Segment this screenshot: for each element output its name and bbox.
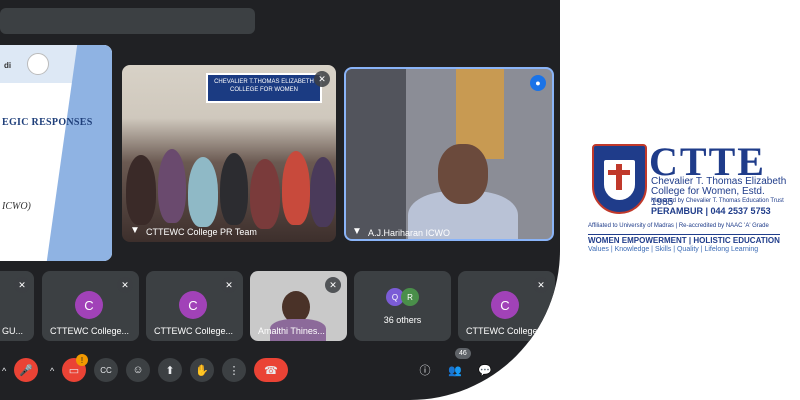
background-wall: [346, 69, 406, 239]
audience-person: [250, 159, 280, 229]
brand-contact: PERAMBUR | 044 2537 5753: [651, 206, 771, 216]
participant-name: CTTEWC College...: [154, 326, 234, 336]
chevron-up-icon[interactable]: ^: [50, 366, 54, 376]
audience-person: [310, 157, 336, 227]
speaking-indicator-icon: ●: [530, 75, 546, 91]
slide-logo-icon: [27, 53, 49, 75]
participant-count-badge: 46: [455, 348, 471, 359]
screenshot-stage: di EGIC RESPONSES ICWO) CHEVALIER T.THOM…: [0, 0, 800, 400]
participant-tile-speaker[interactable]: ● ▼ A.J.Hariharan ICWO: [344, 67, 554, 241]
brand-trust-line: Managed by Chevalier T. Thomas Education…: [651, 198, 784, 204]
slide-subtitle: ICWO): [2, 201, 31, 212]
college-logo: CTTE Chevalier T. Thomas Elizabeth Colle…: [588, 139, 788, 260]
participant-name: CTTEWC College...: [50, 326, 130, 336]
audience-person: [188, 157, 218, 227]
mic-off-icon: ✕: [533, 277, 549, 293]
raise-hand-button[interactable]: ✋: [190, 358, 214, 382]
chat-button[interactable]: 💬: [474, 358, 496, 382]
participant-tile[interactable]: ✕ Amalthi Thines...: [250, 271, 347, 341]
audience-person: [220, 153, 248, 225]
brand-line-2: College for Women, Estd. 1985: [651, 186, 765, 208]
mic-off-icon: ✕: [221, 277, 237, 293]
participant-tile[interactable]: ✕ C CTTEWC College...: [42, 271, 139, 341]
people-button[interactable]: 👥: [444, 358, 466, 382]
emoji-button[interactable]: ☺: [126, 358, 150, 382]
avatar: R: [401, 288, 419, 306]
mic-toggle-button[interactable]: 🎤: [14, 358, 38, 382]
activities-button[interactable]: ◇: [503, 358, 525, 382]
slide-logo-text: di: [4, 61, 12, 70]
present-button[interactable]: ⬆: [158, 358, 182, 382]
google-meet-window: di EGIC RESPONSES ICWO) CHEVALIER T.THOM…: [0, 0, 560, 400]
warning-badge: !: [76, 354, 88, 366]
participant-tile[interactable]: ✕ GU...: [0, 271, 34, 341]
avatar: C: [491, 291, 519, 319]
brand-values: Values | Knowledge | Skills | Quality | …: [588, 246, 759, 253]
participant-name: CTTEWC College...: [466, 326, 546, 336]
avatar: C: [179, 291, 207, 319]
avatar: C: [75, 291, 103, 319]
mic-off-icon: ✕: [117, 277, 133, 293]
others-count-label: 36 others: [383, 315, 422, 325]
participant-name: Amalthi Thines...: [258, 326, 325, 336]
audience-person: [158, 149, 186, 223]
top-bar: [0, 8, 255, 34]
mic-off-icon: ✕: [314, 71, 330, 87]
brand-tagline: WOMEN EMPOWERMENT | HOLISTIC EDUCATION: [588, 234, 780, 245]
crest-icon: [592, 144, 647, 214]
mic-off-icon: ✕: [14, 277, 30, 293]
college-banner: CHEVALIER T.THOMAS ELIZABETH COLLEGE FOR…: [206, 73, 322, 103]
others-tile[interactable]: Q R 36 others: [354, 271, 451, 341]
chevron-up-icon[interactable]: ^: [2, 366, 6, 376]
participant-name: GU...: [2, 326, 24, 336]
participant-tile-pr-team[interactable]: CHEVALIER T.THOMAS ELIZABETH COLLEGE FOR…: [122, 65, 336, 242]
pin-icon[interactable]: ▼: [352, 226, 362, 237]
participant-name: A.J.Hariharan ICWO: [368, 228, 451, 238]
leave-call-button[interactable]: ☎: [254, 358, 288, 382]
info-button[interactable]: ⓘ: [414, 358, 436, 382]
brand-affiliation: Affiliated to University of Madras | Re-…: [588, 223, 769, 229]
presentation-tile[interactable]: di EGIC RESPONSES ICWO): [0, 45, 112, 261]
mic-off-icon: ✕: [325, 277, 341, 293]
participant-tile[interactable]: ✕ C CTTEWC College...: [146, 271, 243, 341]
participant-name: CTTEWC College PR Team: [146, 227, 257, 237]
participant-tile[interactable]: ✕ C CTTEWC College...: [458, 271, 555, 341]
more-options-button[interactable]: ⋮: [222, 358, 246, 382]
captions-button[interactable]: CC: [94, 358, 118, 382]
slide-title: EGIC RESPONSES: [2, 117, 93, 128]
pin-icon[interactable]: ▼: [130, 225, 140, 236]
audience-person: [282, 151, 310, 225]
audience-person: [126, 155, 156, 225]
speaker-face: [438, 144, 488, 204]
